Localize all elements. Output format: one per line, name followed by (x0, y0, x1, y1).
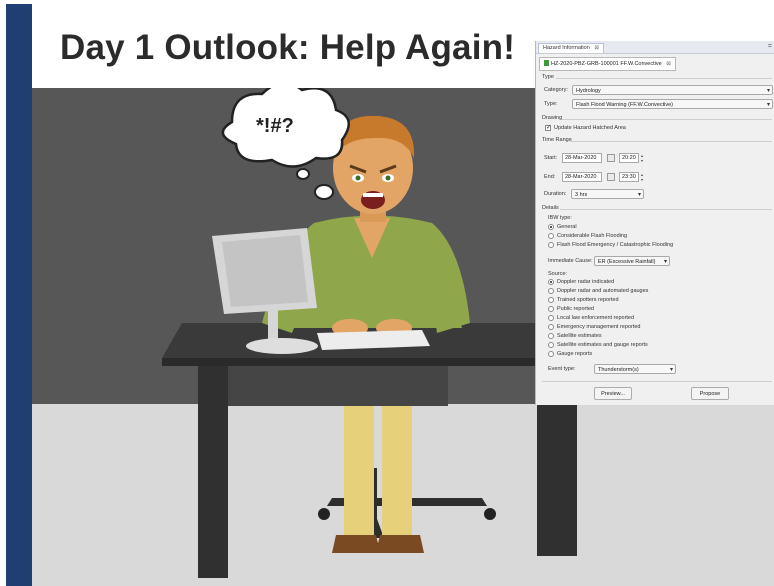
dropdown-arrow-icon: ▾ (766, 88, 770, 94)
close-icon[interactable]: ⊠ (666, 61, 671, 67)
source-option-label: Public reported (557, 306, 594, 312)
dropdown-arrow-icon: ▾ (669, 367, 673, 373)
start-time-field[interactable]: 20:20 (619, 153, 639, 163)
category-value: Hydrology (576, 88, 601, 94)
duration-label: Duration: (544, 191, 567, 197)
ibw-option-label: Considerable Flash Flooding (557, 233, 628, 239)
duration-value: 3 hrs (575, 192, 588, 198)
dropdown-arrow-icon: ▾ (663, 259, 667, 265)
source-radio[interactable] (548, 279, 554, 285)
immediate-cause-label: Immediate Cause: (548, 258, 593, 264)
spinner-icon[interactable]: ▴ ▾ (640, 172, 644, 182)
view-tab-hazard-information[interactable]: Hazard Information ⊠ (538, 43, 604, 53)
update-hazard-checkbox[interactable]: ✓ (545, 125, 551, 131)
ibw-option-label: Flash Flood Emergency / Catastrophic Flo… (557, 242, 674, 248)
divider (556, 78, 772, 79)
type-select[interactable]: Flash Flood Warning (FF.W.Convective) ▾ (572, 99, 773, 109)
end-time-field[interactable]: 23:30 (619, 172, 639, 182)
event-type-label: Event type: (548, 366, 576, 372)
ibw-emergency-radio[interactable] (548, 242, 554, 248)
divider (562, 119, 772, 120)
section-time-range: Time Range (542, 137, 572, 143)
source-option-label: Local law enforcement reported (557, 315, 635, 321)
event-type-value: Thunderstorm(s) (598, 367, 639, 373)
ibw-general-radio[interactable] (548, 224, 554, 230)
section-type: Type (542, 74, 554, 80)
spinner-icon[interactable]: ▴ ▾ (640, 153, 644, 163)
source-radio[interactable] (548, 288, 554, 294)
update-hazard-label: Update Hazard Hatched Area (554, 125, 626, 131)
end-label: End: (544, 174, 556, 180)
view-tab-label: Hazard Information (543, 45, 590, 51)
start-label: Start: (544, 155, 558, 161)
section-details: Details (542, 205, 559, 211)
minimize-icon[interactable]: = (768, 42, 772, 51)
document-icon (544, 60, 549, 66)
source-radio[interactable] (548, 333, 554, 339)
calendar-icon[interactable] (607, 154, 615, 162)
slide-title: Day 1 Outlook: Help Again! (60, 28, 516, 67)
immediate-cause-value: ER (Excessive Rainfall) (598, 259, 656, 265)
source-option-label: Trained spotters reported (557, 297, 619, 303)
ibw-type-label: IBW type: (548, 215, 572, 221)
source-label: Source: (548, 271, 567, 277)
doc-tab-label: HZ-2020-PBZ-GRB-100001 FF.W.Convective (551, 61, 662, 67)
close-icon[interactable]: ⊠ (594, 45, 599, 51)
ibw-considerable-radio[interactable] (548, 233, 554, 239)
ibw-option-label: General (557, 224, 577, 230)
category-select[interactable]: Hydrology ▾ (572, 85, 773, 95)
source-option-label: Doppler radar indicated (557, 279, 615, 285)
source-radio[interactable] (548, 306, 554, 312)
duration-select[interactable]: 3 hrs ▾ (571, 189, 644, 199)
calendar-icon[interactable] (607, 173, 615, 181)
section-drawing: Drawing (542, 115, 563, 121)
source-radio[interactable] (548, 324, 554, 330)
start-date-field[interactable]: 28-Mar-2020 (562, 153, 602, 163)
tab-hazard-document[interactable]: HZ-2020-PBZ-GRB-100001 FF.W.Convective ⊠ (539, 57, 676, 71)
source-option-label: Satellite estimates and gauge reports (557, 342, 648, 348)
preview-button[interactable]: Preview... (594, 387, 632, 400)
dropdown-arrow-icon: ▾ (637, 192, 641, 198)
thought-bubble-text: *!#? (256, 115, 294, 137)
slide-accent-bar (6, 4, 32, 586)
immediate-cause-select[interactable]: ER (Excessive Rainfall) ▾ (594, 256, 670, 266)
type-value: Flash Flood Warning (FF.W.Convective) (576, 102, 673, 108)
panel-titlebar: Hazard Information ⊠ = (536, 41, 774, 54)
source-option-label: Emergency management reported (557, 324, 641, 330)
propose-button[interactable]: Propose (691, 387, 729, 400)
source-radio[interactable] (548, 342, 554, 348)
source-option-label: Gauge reports (557, 351, 593, 357)
source-radio[interactable] (548, 351, 554, 357)
source-option-label: Doppler radar and automated gauges (557, 288, 649, 294)
source-option-label: Satellite estimates (557, 333, 602, 339)
source-radio[interactable] (548, 315, 554, 321)
divider (570, 141, 772, 142)
end-date-field[interactable]: 28-Mar-2020 (562, 172, 602, 182)
slide: Day 1 Outlook: Help Again! *!#? Hazard I… (0, 0, 774, 586)
event-type-select[interactable]: Thunderstorm(s) ▾ (594, 364, 676, 374)
type-label: Type: (544, 101, 558, 107)
hazard-information-panel: Hazard Information ⊠ = HZ-2020-PBZ-GRB-1… (535, 41, 774, 405)
dropdown-arrow-icon: ▾ (766, 102, 770, 108)
divider (560, 209, 772, 210)
source-radio[interactable] (548, 297, 554, 303)
category-label: Category: (544, 87, 568, 93)
divider (542, 381, 772, 382)
